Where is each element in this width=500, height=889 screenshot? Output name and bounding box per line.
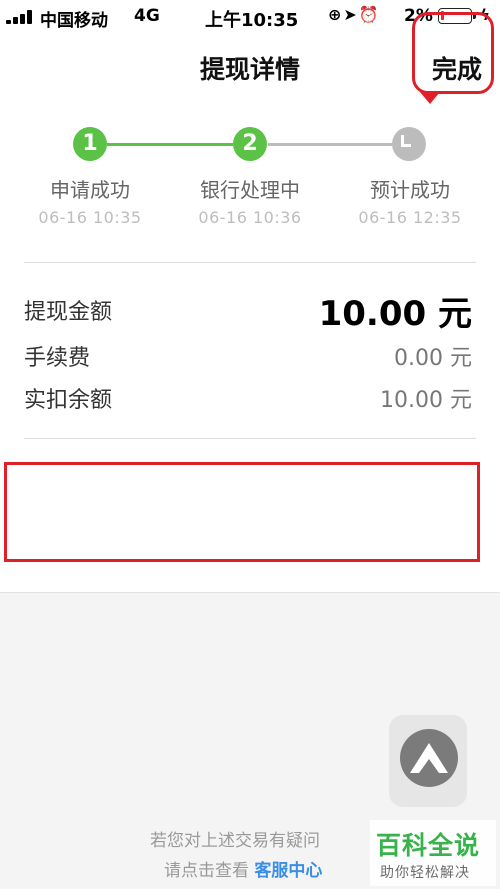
step-connector-1 <box>107 143 233 146</box>
step-3-time: 06-16 12:35 <box>358 208 462 227</box>
step-2-badge: 2 <box>233 127 267 161</box>
deducted-balance-value: 10.00 元 <box>380 388 472 413</box>
carrier-name: 中国移动 <box>40 11 108 31</box>
orientation-lock-icon: ⊕ <box>328 5 344 24</box>
watermark-subtitle: 助你轻松解决 <box>380 865 470 881</box>
step-connector-2 <box>268 143 392 146</box>
divider-bottom <box>24 438 476 439</box>
watermark-title: 百科全说 <box>376 831 481 860</box>
customer-service-link[interactable]: 客服中心 <box>254 861 322 881</box>
mountain-logo-icon <box>400 729 458 787</box>
signal-icon <box>6 10 36 24</box>
progress-steps: 1 2 申请成功 银行处理中 预计成功 06-16 10:35 06-16 10… <box>0 110 500 250</box>
step-3-label: 预计成功 <box>370 178 450 202</box>
step-1-label: 申请成功 <box>50 178 130 202</box>
clock-time: 上午10:35 <box>205 10 299 31</box>
mountain-logo-svg <box>410 743 448 773</box>
annotation-callout-tail <box>420 92 440 104</box>
step-1-time: 06-16 10:35 <box>38 208 142 227</box>
step-1-badge: 1 <box>73 127 107 161</box>
help-text: 若您对上述交易有疑问 <box>150 831 320 851</box>
deducted-balance-row: 实扣余额 10.00 元 <box>24 382 472 413</box>
floating-app-button[interactable] <box>389 715 467 807</box>
withdraw-amount-value: 10.00 元 <box>318 294 472 334</box>
fee-value: 0.00 元 <box>394 346 472 371</box>
divider-top <box>24 262 476 263</box>
clock-icon <box>392 127 426 161</box>
annotation-highlight-box <box>4 462 480 562</box>
network-type: 4G <box>134 6 160 26</box>
withdraw-amount-row: 提现金额 10.00 元 <box>24 288 472 334</box>
fee-label: 手续费 <box>24 346 91 371</box>
step-2-time: 06-16 10:36 <box>198 208 302 227</box>
fee-row: 手续费 0.00 元 <box>24 340 472 371</box>
status-icons: ⊕➤⏰ <box>328 5 381 24</box>
watermark: 百科全说 助你轻松解决 <box>370 820 496 886</box>
withdraw-amount-label: 提现金额 <box>24 300 113 325</box>
step-2-label: 银行处理中 <box>200 178 300 202</box>
location-icon: ➤ <box>343 5 359 24</box>
alarm-icon: ⏰ <box>358 5 381 24</box>
annotation-callout <box>412 12 494 94</box>
help-line-2: 请点击查看 客服中心 <box>164 856 322 881</box>
help-prefix: 请点击查看 <box>164 861 249 881</box>
deducted-balance-label: 实扣余额 <box>24 388 113 413</box>
